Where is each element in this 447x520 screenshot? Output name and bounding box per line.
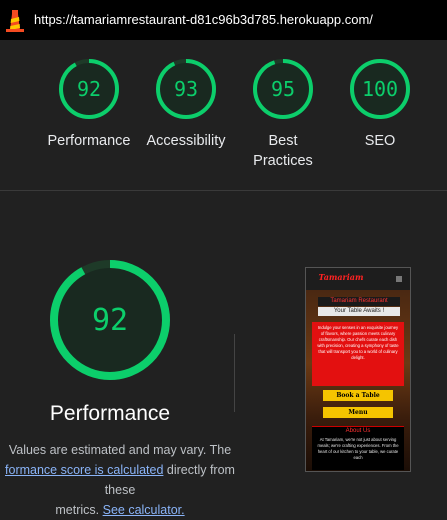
accessibility-score: 93 bbox=[173, 77, 199, 101]
see-calculator-link[interactable]: See calculator. bbox=[103, 503, 185, 517]
performance-gauge-small[interactable]: 92 bbox=[57, 57, 121, 121]
performance-label[interactable]: Performance bbox=[39, 131, 139, 151]
screenshot-brand: Tamariam bbox=[318, 272, 364, 282]
seo-gauge-small[interactable]: 100 bbox=[348, 57, 412, 121]
screenshot-header: Tamariam bbox=[306, 268, 410, 290]
about-title: About Us bbox=[345, 428, 371, 434]
performance-title: Performance bbox=[49, 402, 171, 425]
menu-icon bbox=[396, 276, 402, 282]
seo-score: 100 bbox=[361, 77, 399, 101]
accessibility-gauge-small[interactable]: 93 bbox=[154, 57, 218, 121]
screenshot-about: About Us At Tamariam, we're not just abo… bbox=[312, 426, 404, 470]
url-bar: https://tamariamrestaurant-d81c96b3d785.… bbox=[0, 0, 447, 40]
accessibility-label[interactable]: Accessibility bbox=[136, 131, 236, 151]
performance-score: 92 bbox=[76, 77, 102, 101]
about-text: At Tamariam, we're not just about servin… bbox=[317, 437, 399, 460]
screenshot-title: Tamariam Restaurant bbox=[318, 297, 400, 306]
best-practices-gauge-small[interactable]: 95 bbox=[251, 57, 315, 121]
screenshot-intro: Indulge your senses in an exquisite jour… bbox=[312, 322, 404, 386]
page-screenshot-thumbnail[interactable]: Tamariam Tamariam Restaurant Your Table … bbox=[305, 267, 411, 472]
screenshot-subtitle: Your Table Awaits ! bbox=[318, 307, 400, 316]
best-practices-score: 95 bbox=[270, 77, 296, 101]
menu-button: Menu bbox=[323, 407, 393, 418]
performance-note: Values are estimated and may vary. The f… bbox=[0, 440, 250, 520]
score-calculated-link[interactable]: formance score is calculated bbox=[5, 463, 163, 477]
performance-score: 92 bbox=[91, 302, 129, 338]
performance-gauge: 92 bbox=[46, 256, 174, 384]
best-practices-label[interactable]: Best Practices bbox=[233, 131, 333, 171]
section-divider bbox=[0, 190, 447, 191]
note-text-3: metrics. bbox=[55, 503, 103, 517]
note-text: Values are estimated and may vary. The bbox=[8, 443, 232, 457]
lighthouse-icon bbox=[6, 10, 24, 32]
seo-label[interactable]: SEO bbox=[330, 131, 430, 151]
book-table-button: Book a Table bbox=[323, 390, 393, 401]
page-url[interactable]: https://tamariamrestaurant-d81c96b3d785.… bbox=[34, 12, 373, 27]
vertical-divider bbox=[234, 334, 235, 412]
